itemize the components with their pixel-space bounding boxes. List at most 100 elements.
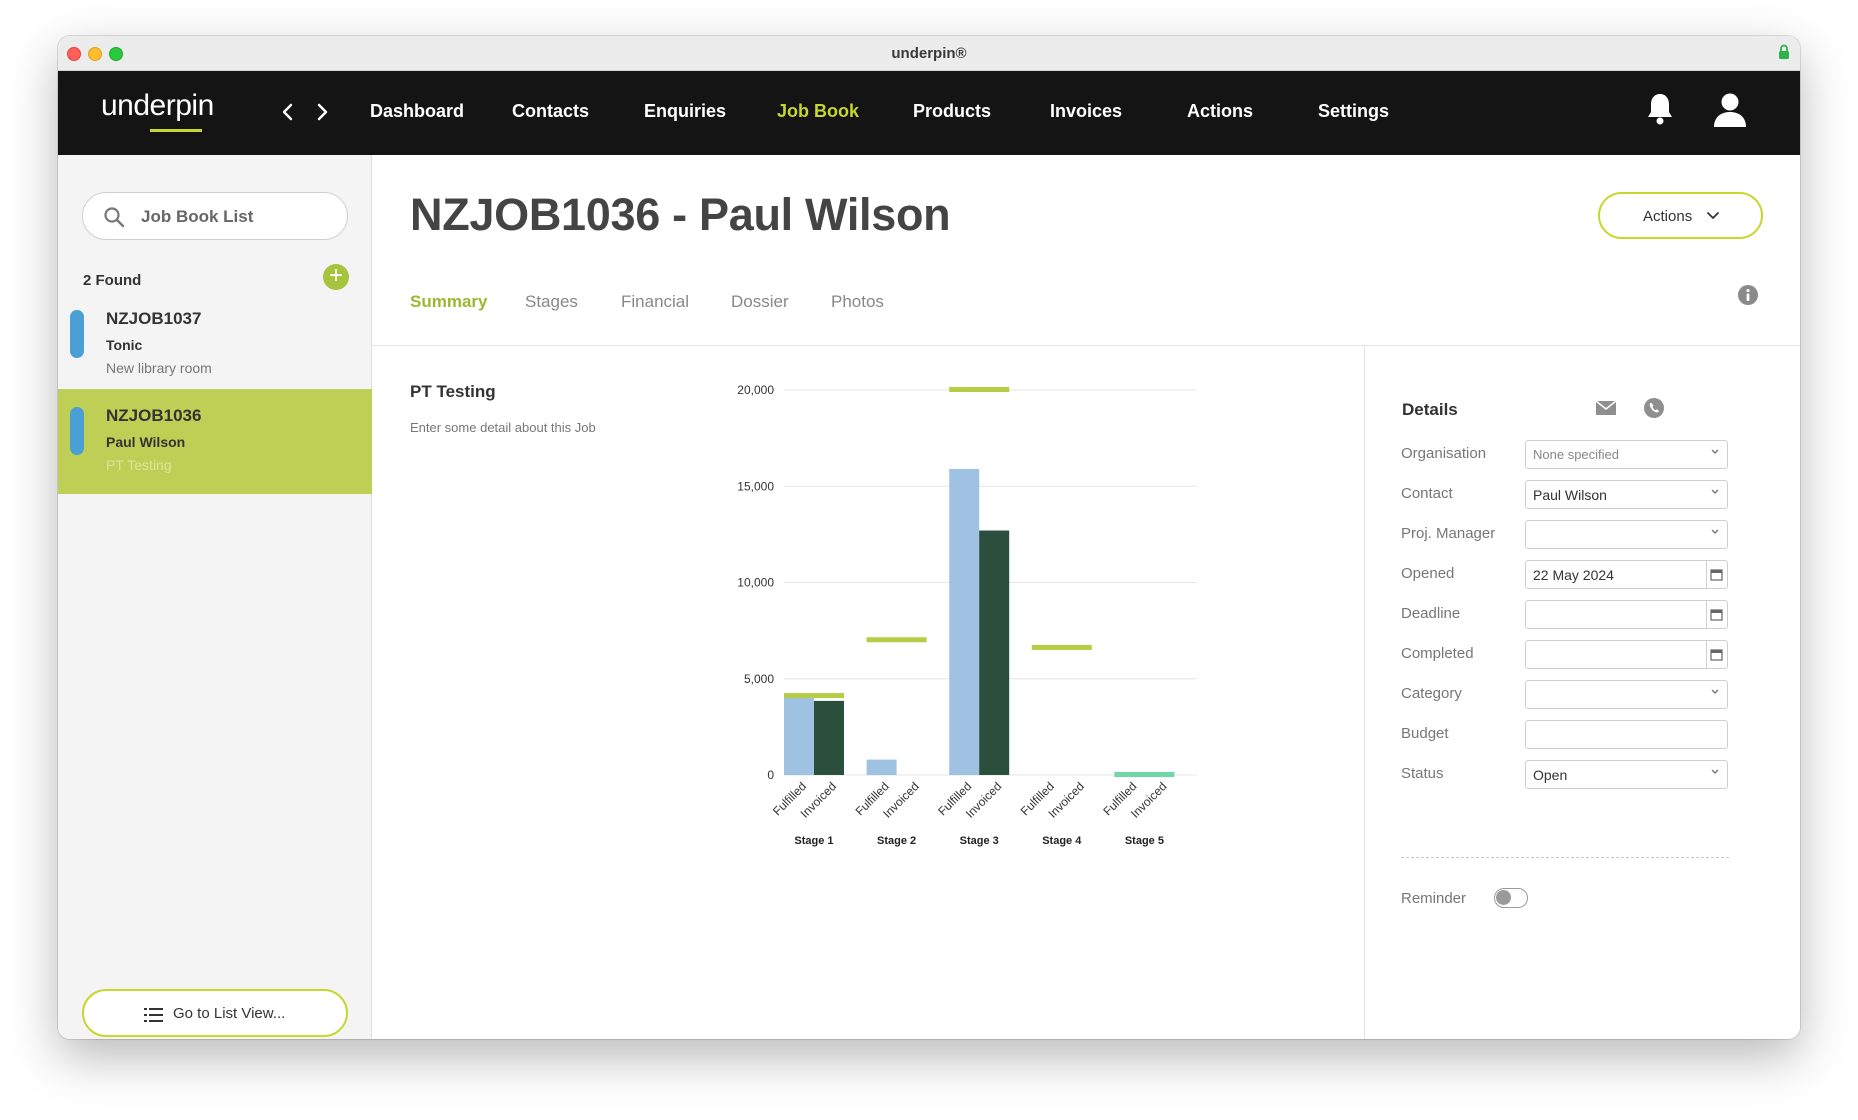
contact-select[interactable]: Paul Wilson: [1525, 480, 1728, 509]
job-description: PT Testing: [106, 457, 172, 473]
user-icon[interactable]: [1712, 91, 1748, 129]
tab-financial[interactable]: Financial: [621, 292, 689, 312]
x-category-label: Stage 4: [1042, 835, 1082, 847]
job-status-tag: [70, 407, 84, 455]
job-name: Paul Wilson: [106, 434, 186, 450]
job-status-tag: [70, 310, 84, 358]
category-select[interactable]: [1525, 680, 1728, 709]
target-marker: [784, 693, 844, 699]
nav-settings[interactable]: Settings: [1318, 101, 1389, 122]
field-separator: [1706, 561, 1707, 588]
window-title: underpin®: [891, 45, 967, 62]
category-label: Category: [1401, 685, 1462, 702]
deadline-date-field[interactable]: [1525, 600, 1728, 629]
job-list-item[interactable]: NZJOB1037 Tonic New library room: [58, 292, 372, 397]
x-category-label: Stage 3: [960, 835, 999, 847]
y-tick-label: 0: [767, 768, 774, 782]
search-icon: [104, 207, 125, 228]
search-input[interactable]: [141, 205, 331, 229]
actions-dropdown-button[interactable]: Actions: [1598, 192, 1763, 239]
target-marker: [866, 637, 927, 643]
go-to-list-view-button[interactable]: Go to List View...: [82, 989, 348, 1037]
x-category-label: Stage 2: [877, 835, 916, 847]
tab-stages[interactable]: Stages: [525, 292, 578, 312]
bar-invoiced: [979, 530, 1010, 775]
opened-label: Opened: [1401, 565, 1455, 582]
info-icon[interactable]: [1737, 284, 1759, 306]
opened-date-field[interactable]: 22 May 2024: [1525, 560, 1728, 589]
toggle-knob: [1496, 890, 1511, 905]
proj-manager-select[interactable]: [1525, 520, 1728, 549]
deadline-label: Deadline: [1401, 605, 1461, 622]
job-search[interactable]: [82, 192, 348, 240]
found-count: 2 Found: [83, 272, 142, 289]
x-category-label: Stage 5: [1125, 835, 1164, 847]
nav-back-button[interactable]: [278, 97, 298, 127]
status-select[interactable]: Open: [1525, 760, 1728, 789]
title-bar: underpin®: [58, 36, 1800, 71]
job-list-item-selected[interactable]: NZJOB1036 Paul Wilson PT Testing: [58, 389, 372, 494]
organisation-value: None specified: [1533, 447, 1619, 462]
bell-icon[interactable]: [1645, 91, 1675, 127]
nav-dashboard[interactable]: Dashboard: [370, 101, 464, 122]
target-marker: [1031, 644, 1092, 650]
reminder-toggle[interactable]: [1494, 888, 1528, 908]
chevron-right-icon: [317, 103, 328, 121]
bar-fulfilled: [866, 759, 897, 775]
nav-products[interactable]: Products: [913, 101, 991, 122]
nav-actions[interactable]: Actions: [1187, 101, 1253, 122]
top-navigation: underpin Dashboard Contacts Enquiries Jo…: [58, 71, 1800, 155]
logo[interactable]: underpin: [101, 89, 214, 132]
y-tick-label: 10,000: [737, 576, 774, 590]
completed-date-field[interactable]: [1525, 640, 1728, 669]
details-title: Details: [1402, 400, 1458, 419]
calendar-icon[interactable]: [1710, 648, 1723, 661]
completed-label: Completed: [1401, 645, 1474, 662]
tab-photos[interactable]: Photos: [831, 292, 884, 312]
logo-text: underpin: [101, 89, 214, 122]
nav-invoices[interactable]: Invoices: [1050, 101, 1122, 122]
contact-value: Paul Wilson: [1533, 487, 1607, 503]
budget-label: Budget: [1401, 725, 1449, 742]
nav-job-book[interactable]: Job Book: [777, 101, 859, 122]
tab-dossier[interactable]: Dossier: [731, 292, 789, 312]
logo-underline: [150, 129, 202, 132]
status-value: Open: [1533, 767, 1568, 783]
organisation-label: Organisation: [1401, 445, 1487, 462]
phone-icon[interactable]: [1643, 397, 1665, 419]
job-description: New library room: [106, 360, 212, 376]
target-marker: [949, 387, 1010, 392]
add-job-button[interactable]: +: [323, 264, 349, 290]
bar-invoiced: [814, 700, 844, 775]
app-window: underpin® underpin Dashboard Contacts En…: [58, 36, 1800, 1039]
nav-enquiries[interactable]: Enquiries: [644, 101, 726, 122]
y-tick-label: 15,000: [737, 479, 774, 493]
chevron-down-icon: [1711, 449, 1719, 454]
proj-manager-label: Proj. Manager: [1401, 525, 1496, 542]
section-title: PT Testing: [410, 382, 496, 401]
nav-forward-button[interactable]: [312, 97, 332, 127]
contact-label: Contact: [1401, 485, 1453, 502]
chevron-down-icon: [1711, 489, 1719, 494]
opened-value: 22 May 2024: [1533, 567, 1614, 583]
lock-icon: [1779, 44, 1789, 59]
details-panel: Details Organisation None specified Cont…: [1364, 345, 1800, 1039]
calendar-icon[interactable]: [1710, 608, 1723, 621]
chevron-down-icon: [1711, 529, 1719, 534]
job-code: NZJOB1037: [106, 309, 202, 328]
bar-fulfilled: [949, 468, 980, 775]
budget-input[interactable]: [1525, 720, 1728, 749]
x-category-label: Stage 1: [794, 835, 833, 847]
target-marker: [1114, 772, 1175, 777]
bar-fulfilled: [784, 698, 814, 775]
mail-icon[interactable]: [1595, 400, 1617, 416]
section-description: Enter some detail about this Job: [410, 420, 596, 435]
chevron-left-icon: [282, 103, 293, 121]
job-detail-main: NZJOB1036 - Paul Wilson Actions Summary …: [372, 155, 1800, 1039]
nav-contacts[interactable]: Contacts: [512, 101, 589, 122]
details-divider: [1401, 857, 1729, 858]
chevron-down-icon: [1711, 769, 1719, 774]
organisation-select[interactable]: None specified: [1525, 440, 1728, 469]
tab-summary[interactable]: Summary: [410, 292, 487, 312]
calendar-icon[interactable]: [1710, 568, 1723, 581]
